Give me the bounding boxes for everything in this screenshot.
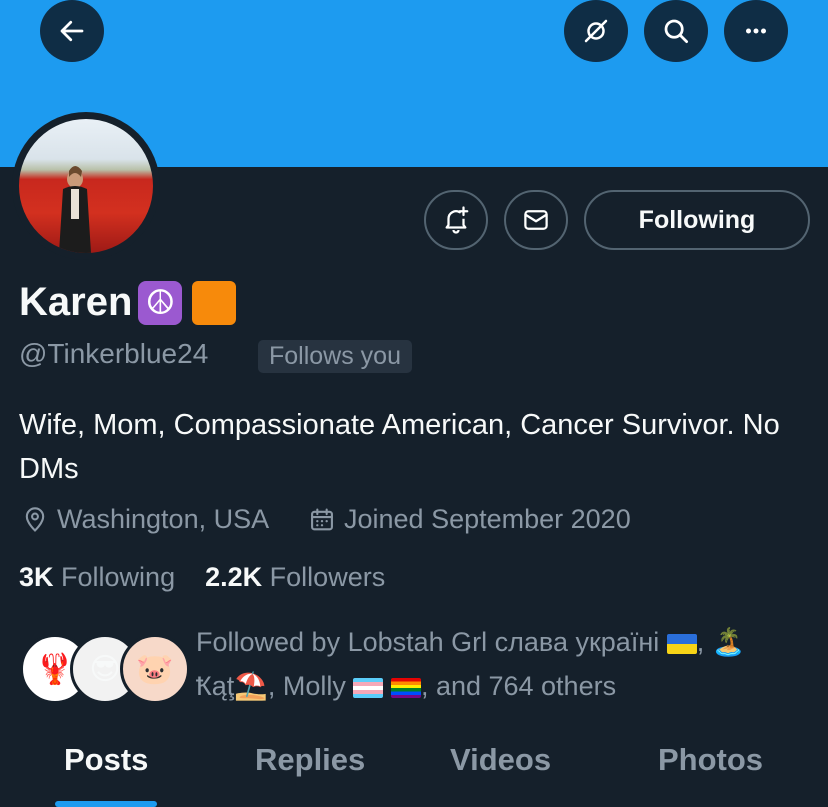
tab-posts[interactable]: Posts	[64, 742, 148, 778]
location-text: Washington, USA	[57, 504, 270, 534]
join-date: Joined September 2020	[308, 504, 631, 535]
arrow-left-icon	[60, 20, 84, 42]
second-follower-name: Ҟąţ	[196, 671, 235, 701]
person-figure	[59, 166, 91, 253]
display-name: Karen ☮	[19, 280, 237, 325]
following-button[interactable]: Following	[584, 190, 810, 250]
mutual-followers-avatars[interactable]: 🦞 😎 🐷	[20, 634, 190, 704]
profile-tabs: Posts Replies Videos Photos	[0, 732, 828, 807]
display-name-text: Karen	[19, 280, 133, 324]
island-emoji-icon: 🏝️	[711, 627, 746, 657]
ukraine-flag-icon	[666, 633, 697, 654]
following-stat[interactable]: 3K Following	[19, 562, 175, 592]
followers-label: Followers	[269, 562, 386, 592]
location: Washington, USA	[21, 504, 269, 535]
follow-stats: 3K Following 2.2K Followers	[19, 562, 385, 593]
followed-by-suffix: , and 764 others	[420, 671, 617, 701]
bell-plus-icon	[445, 206, 469, 234]
more-icon	[746, 28, 766, 34]
more-button[interactable]	[724, 0, 788, 62]
active-tab-indicator	[55, 801, 157, 807]
following-count: 3K	[19, 562, 54, 592]
calendar-icon	[311, 507, 333, 530]
avatar[interactable]	[12, 112, 160, 260]
tab-photos[interactable]: Photos	[658, 742, 763, 778]
mail-icon	[524, 210, 548, 230]
trans-flag-icon	[353, 677, 384, 698]
followed-by-prefix: Followed by Lobstah Grl слава україні	[196, 627, 660, 657]
followers-stat[interactable]: 2.2K Followers	[205, 562, 385, 592]
tab-videos[interactable]: Videos	[450, 742, 551, 778]
orange-square-emoji-icon	[192, 280, 237, 325]
search-icon	[664, 19, 688, 43]
profile-bio: Wife, Mom, Compassionate American, Cance…	[19, 409, 780, 485]
avatar-photo	[19, 119, 153, 253]
hide-button[interactable]	[564, 0, 628, 62]
rainbow-flag-icon	[390, 677, 421, 698]
followed-by-text[interactable]: Followed by Lobstah Grl слава україні , …	[196, 620, 816, 708]
third-follower-name: Molly	[282, 671, 346, 701]
message-button[interactable]	[504, 190, 568, 250]
eye-slash-icon	[584, 19, 608, 43]
following-label: Following	[61, 562, 176, 592]
user-handle: @Tinkerblue24	[19, 338, 209, 369]
back-button[interactable]	[40, 0, 104, 62]
tab-replies[interactable]: Replies	[255, 742, 365, 778]
location-pin-icon	[25, 506, 45, 532]
search-button[interactable]	[644, 0, 708, 62]
peace-emoji-icon: ☮	[138, 280, 183, 325]
followers-count: 2.2K	[205, 562, 263, 592]
follows-you-badge: Follows you	[258, 340, 412, 373]
follower-avatar-molly: 🐷	[120, 634, 190, 704]
join-date-text: Joined September 2020	[344, 504, 631, 534]
beach-umbrella-emoji-icon: ⛱️	[234, 671, 268, 701]
notify-button[interactable]	[424, 190, 488, 250]
